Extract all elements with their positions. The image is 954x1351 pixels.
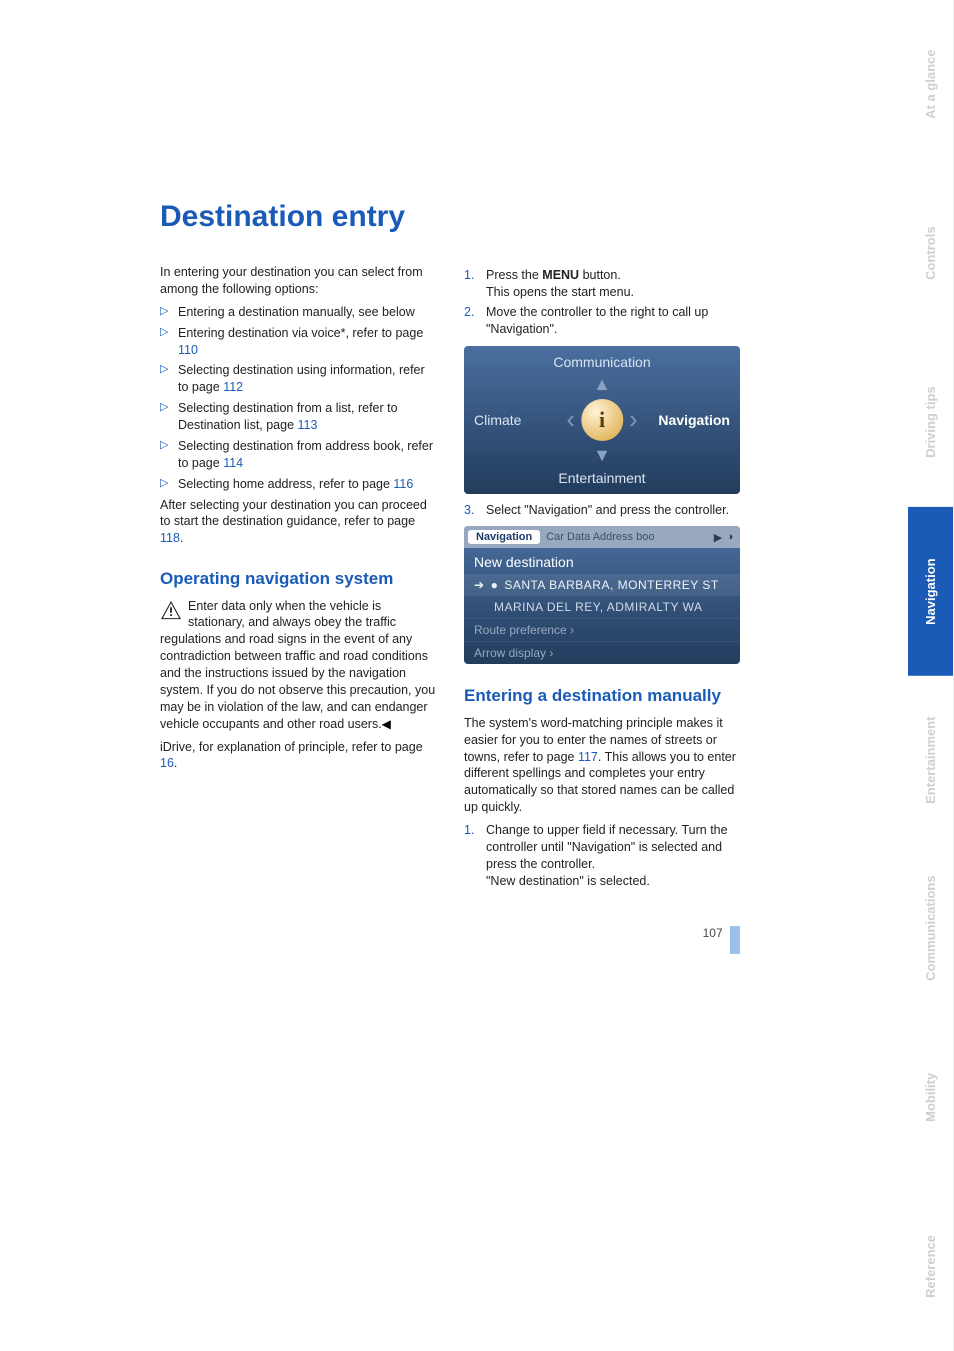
after-select-pre: After selecting your destination you can…: [160, 498, 427, 529]
step1-pre: Press the: [486, 268, 542, 282]
menu-communication: Communication: [553, 354, 650, 370]
option-list: ▷ Selecting destination from a list, ref…: [160, 400, 436, 434]
page-link[interactable]: 113: [298, 418, 318, 432]
after-select-post: .: [180, 531, 183, 545]
warning-icon: [160, 600, 182, 620]
chevron-down-icon: ▼: [593, 445, 611, 466]
option-addressbook: ▷ Selecting destination from address boo…: [160, 438, 436, 472]
right-column: Press the MENU button. This opens the st…: [464, 264, 740, 896]
row-arrow-display: Arrow display ›: [464, 641, 740, 664]
navigation-menu-screenshot: Navigation Car Data Address boo ▶ ◑ New …: [464, 526, 740, 664]
menu-entertainment: Entertainment: [558, 470, 645, 486]
step-3: Select "Navigation" and press the contro…: [464, 502, 740, 519]
sidetab-controls[interactable]: Controls: [908, 169, 954, 338]
option-home: ▷ Selecting home address, refer to page …: [160, 476, 436, 493]
sidetab-navigation[interactable]: Navigation: [908, 507, 954, 676]
option-text: Selecting destination using information,…: [178, 363, 425, 394]
page-footer: 107: [160, 926, 740, 954]
page-link[interactable]: 112: [223, 380, 243, 394]
page-link[interactable]: 118: [160, 531, 180, 545]
option-text: Selecting home address, refer to page: [178, 477, 393, 491]
step-1: Press the MENU button. This opens the st…: [464, 267, 740, 301]
manual-step-1: Change to upper field if necessary. Turn…: [464, 822, 740, 890]
steps-list-1: Press the MENU button. This opens the st…: [464, 267, 740, 338]
sidetab-communications[interactable]: Communications: [908, 844, 954, 1013]
page-link[interactable]: 116: [393, 477, 413, 491]
arrow-right-icon: ➔: [474, 578, 485, 592]
sidetab-reference[interactable]: Reference: [908, 1182, 954, 1351]
section-operating: Operating navigation system: [160, 569, 436, 589]
sidetab-driving-tips[interactable]: Driving tips: [908, 338, 954, 507]
option-text: Entering destination via voice*, refer t…: [178, 326, 423, 340]
chevron-right-icon: ›: [629, 404, 638, 435]
scroll-right-icon: ▶: [712, 531, 724, 544]
step-2: Move the controller to the right to call…: [464, 304, 740, 338]
page-link[interactable]: 110: [178, 343, 198, 357]
menu-navigation: Navigation: [658, 412, 730, 428]
sidetab-at-a-glance[interactable]: At a glance: [908, 0, 954, 169]
row-secondary-destination: MARINA DEL REY, ADMIRALTY WA: [464, 596, 740, 618]
page-number: 107: [703, 926, 723, 940]
chevron-left-icon: ‹: [566, 404, 575, 435]
options-list: ▷ Entering a destination manually, see b…: [160, 304, 436, 493]
menu-climate: Climate: [474, 412, 521, 428]
step1-line2: This opens the start menu.: [486, 285, 634, 299]
sidetab-entertainment[interactable]: Entertainment: [908, 676, 954, 845]
end-marker-icon: ◀: [382, 717, 391, 731]
idrive-start-menu-screenshot: Communication ▲ Climate ‹ i › Navigation…: [464, 346, 740, 494]
dot-icon: ●: [491, 578, 499, 592]
triangle-icon: ▷: [160, 438, 168, 453]
section-manual: Entering a destination manually: [464, 686, 740, 706]
left-column: In entering your destination you can sel…: [160, 264, 436, 896]
manual-step-1a: Change to upper field if necessary. Turn…: [486, 823, 728, 871]
triangle-icon: ▷: [160, 400, 168, 415]
option-text: Entering a destination manually, see bel…: [178, 305, 415, 319]
screen-tabbar: Navigation Car Data Address boo ▶ ◑: [464, 526, 740, 548]
row-route-preference: Route preference ›: [464, 618, 740, 641]
page-link[interactable]: 117: [578, 750, 598, 764]
page-link[interactable]: 114: [223, 456, 243, 470]
manual-steps: Change to upper field if necessary. Turn…: [464, 822, 740, 890]
option-voice: ▷ Entering destination via voice*, refer…: [160, 325, 436, 359]
caution-block: Enter data only when the vehicle is stat…: [160, 598, 436, 733]
steps-list-2: Select "Navigation" and press the contro…: [464, 502, 740, 519]
caution-text: Enter data only when the vehicle is stat…: [160, 599, 435, 731]
idrive-pre: iDrive, for explanation of principle, re…: [160, 740, 423, 754]
step1-post: button.: [579, 268, 621, 282]
intro-text: In entering your destination you can sel…: [160, 264, 436, 298]
manual-paragraph: The system's word-matching principle mak…: [464, 715, 740, 816]
page-link[interactable]: 16: [160, 756, 174, 770]
row-selected-destination: ➔ ● SANTA BARBARA, MONTERREY ST: [464, 574, 740, 596]
row-selected-text: SANTA BARBARA, MONTERREY ST: [504, 578, 718, 592]
idrive-ref: iDrive, for explanation of principle, re…: [160, 739, 436, 773]
triangle-icon: ▷: [160, 304, 168, 319]
after-select: After selecting your destination you can…: [160, 497, 436, 548]
sidetab-mobility[interactable]: Mobility: [908, 1013, 954, 1182]
triangle-icon: ▷: [160, 325, 168, 340]
option-manual: ▷ Entering a destination manually, see b…: [160, 304, 436, 321]
idrive-post: .: [174, 756, 177, 770]
tab-navigation: Navigation: [468, 530, 540, 544]
tab-rest: Car Data Address boo: [546, 531, 712, 543]
triangle-icon: ▷: [160, 362, 168, 377]
chevron-up-icon: ▲: [593, 374, 611, 395]
row-new-destination: New destination: [464, 548, 740, 574]
menu-button-label: MENU: [542, 268, 579, 282]
compass-icon: ◑: [724, 531, 736, 543]
section-side-tabs: At a glance Controls Driving tips Naviga…: [908, 0, 954, 1351]
page-title: Destination entry: [160, 200, 740, 234]
page-marker-bar: [730, 926, 740, 954]
triangle-icon: ▷: [160, 476, 168, 491]
option-text: Selecting destination from address book,…: [178, 439, 433, 470]
manual-step-1b: "New destination" is selected.: [486, 874, 650, 888]
option-information: ▷ Selecting destination using informatio…: [160, 362, 436, 396]
info-icon: i: [581, 399, 623, 441]
option-text: Selecting destination from a list, refer…: [178, 401, 398, 432]
